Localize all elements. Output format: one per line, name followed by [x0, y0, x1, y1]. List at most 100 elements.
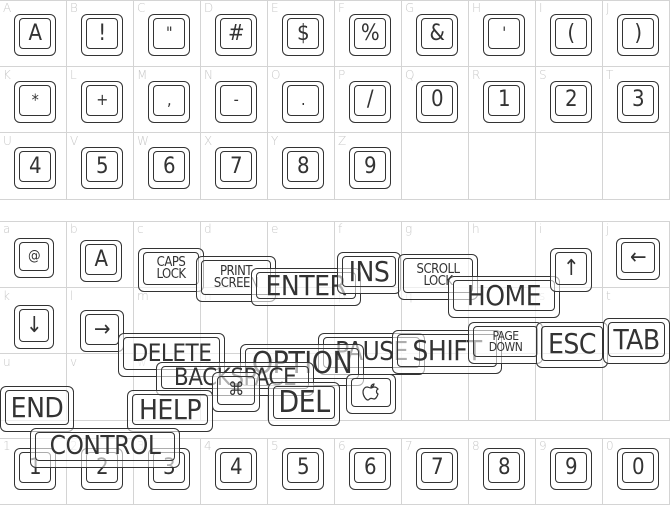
key-label: A [85, 244, 117, 275]
cell-label: E [271, 1, 279, 15]
key-glyph: 2 [550, 80, 592, 123]
key-label: 5 [287, 452, 319, 483]
cell-label: U [3, 134, 12, 149]
apple-key-icon [346, 374, 396, 414]
key-label: 1 [488, 84, 520, 116]
glyph-cell [536, 133, 603, 200]
key-label: ⌘ [217, 376, 255, 405]
key-: @ [14, 238, 54, 278]
cell-label: P [338, 67, 346, 82]
command-key-icon: ⌘ [212, 372, 260, 412]
key-label [351, 378, 391, 407]
key-label: ↑ [555, 252, 587, 285]
key-label: PAGE DOWN [473, 326, 538, 357]
key-glyph: 8 [483, 448, 525, 490]
cell-label: 4 [204, 439, 212, 453]
key-glyph: - [215, 80, 257, 123]
cell-label: M [137, 67, 148, 82]
key-page-down: PAGE DOWN [468, 322, 543, 364]
cell-label: 7 [405, 439, 413, 453]
key-label: CONTROL [35, 432, 175, 461]
key-label: 8 [287, 151, 319, 183]
cell-label: 8 [472, 439, 480, 453]
key-label: 6 [153, 151, 185, 183]
key-label: ' [488, 18, 520, 49]
cell-label: g [405, 222, 413, 236]
key-glyph: . [282, 80, 324, 123]
key-glyph: 5 [81, 147, 123, 190]
key-label: HOME [453, 280, 555, 311]
cell-label: d [204, 222, 212, 236]
key-label: ! [86, 18, 118, 49]
key-glyph: & [416, 14, 458, 56]
cell-label: 0 [606, 439, 614, 453]
key-label: 4 [19, 151, 51, 183]
cell-label: k [3, 288, 10, 303]
key-glyph: 0 [617, 448, 659, 490]
key-label: 6 [354, 452, 386, 483]
key-esc: ESC [536, 322, 608, 368]
font-character-map: ABCDEFGHIJKLMNOPQRSTUVWXYZabcdefghijklmn… [0, 0, 670, 507]
key-glyph: 5 [282, 448, 324, 490]
cell-label: v [70, 355, 78, 370]
cell-label: c [137, 222, 144, 236]
key-label: / [354, 84, 386, 116]
key-label: DEL [273, 386, 335, 419]
key-glyph: 9 [349, 147, 391, 190]
key-label: END [5, 390, 69, 425]
key-label: . [287, 84, 319, 116]
key-label: 0 [421, 84, 453, 116]
key-label: INS [342, 256, 396, 287]
key-label: ESC [541, 326, 603, 361]
key-label: HELP [132, 394, 208, 425]
key-label: @ [19, 242, 49, 271]
key-label: 7 [421, 452, 453, 483]
key-glyph: 7 [215, 147, 257, 190]
key-label: → [85, 314, 119, 345]
key-glyph: 0 [416, 80, 458, 123]
cell-label: F [338, 1, 345, 15]
key-label: ← [621, 242, 655, 273]
key-label: 4 [220, 452, 252, 483]
cell-label: A [3, 1, 12, 15]
key-glyph: 6 [349, 448, 391, 490]
key-glyph: + [81, 80, 123, 123]
cell-label: L [70, 67, 77, 82]
glyph-cell [603, 354, 670, 421]
key-glyph: % [349, 14, 391, 56]
glyph-cell [469, 133, 536, 200]
key-glyph: 4 [14, 147, 56, 190]
cell-label: C [137, 1, 146, 15]
cell-label: i [539, 222, 543, 236]
cell-label: e [271, 222, 279, 236]
key-label: , [153, 84, 185, 116]
key-label: % [354, 18, 386, 49]
cell-label: a [3, 222, 11, 236]
key-label: * [19, 84, 51, 116]
cell-label: W [137, 134, 149, 149]
key-label: 2 [555, 84, 587, 116]
cell-label: I [539, 1, 543, 15]
key-: ← [616, 238, 660, 280]
cell-label: 5 [271, 439, 279, 453]
cell-label: O [271, 67, 281, 82]
key-label: CAPS LOCK [143, 252, 199, 285]
key-a: A [80, 240, 122, 282]
cell-label: Z [338, 134, 347, 149]
cell-label: j [606, 222, 610, 236]
key-label: - [220, 84, 252, 116]
cell-label: b [70, 222, 78, 236]
key-label: TAB [608, 322, 665, 357]
key-label: 3 [622, 84, 654, 116]
key-glyph: * [14, 80, 56, 123]
cell-label: l [70, 288, 74, 303]
key-glyph: 7 [416, 448, 458, 490]
key-glyph: $ [282, 14, 324, 56]
cell-label: X [204, 134, 213, 149]
key-label: & [421, 18, 453, 49]
key-end: END [0, 386, 74, 432]
key-glyph: 8 [282, 147, 324, 190]
cell-label: Y [271, 134, 279, 149]
key-caps-lock: CAPS LOCK [138, 248, 204, 292]
cell-label: T [606, 67, 614, 82]
